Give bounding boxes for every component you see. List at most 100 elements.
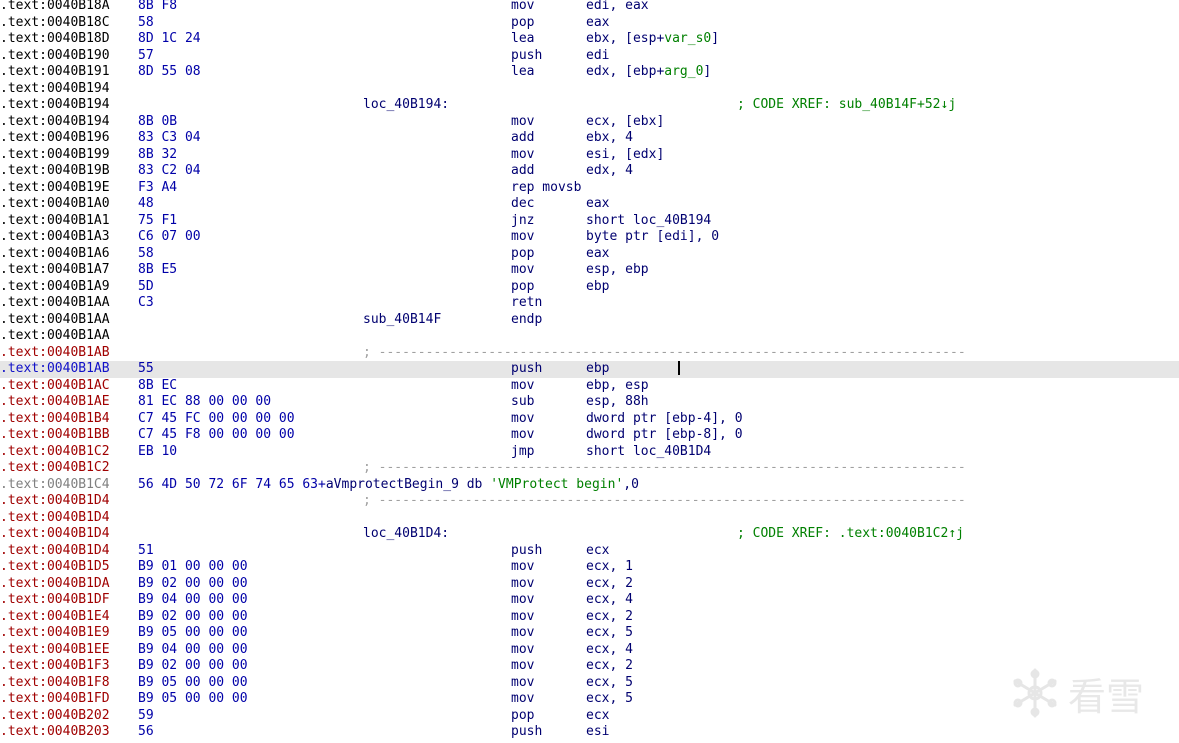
address: .text:0040B1D4 — [0, 509, 110, 525]
listing-line[interactable]: .text:0040B1D4 51 push ecx — [0, 543, 1179, 560]
operands: ecx — [586, 543, 609, 560]
listing-line[interactable]: .text:0040B202 59 pop ecx — [0, 708, 1179, 725]
listing-line[interactable]: .text:0040B199 8B 32 mov esi, [edx] — [0, 147, 1179, 164]
operand-text: byte ptr [edi], 0 — [586, 229, 720, 244]
operands: ecx, 1 — [586, 559, 633, 576]
operands: ecx, [ebx] — [586, 114, 664, 131]
operand-text: ebp — [586, 278, 610, 294]
listing-line[interactable]: .text:0040B1E4 B9 02 00 00 00 mov ecx, 2 — [0, 609, 1179, 626]
mnemonic: mov — [511, 113, 535, 129]
listing-line[interactable]: .text:0040B1AA sub_40B14F endp — [0, 312, 1179, 329]
operand-text: ecx, [ebx] — [586, 113, 665, 129]
listing-line[interactable]: .text:0040B1E9 B9 05 00 00 00 mov ecx, 5 — [0, 625, 1179, 642]
operand-text: dword ptr [ebp-4], 0 — [586, 410, 743, 426]
listing-line[interactable]: .text:0040B1BB C7 45 F8 00 00 00 00 mov dwo… — [0, 427, 1179, 444]
operand-tail: ] — [711, 31, 720, 46]
opcode-bytes: 81 EC 88 00 00 00 — [138, 394, 272, 409]
listing-line[interactable]: .text:0040B1C4 56 4D 50 72 6F 74 65 63+aV… — [0, 477, 1179, 494]
listing-line[interactable]: .text:0040B1DF B9 04 00 00 00 mov ecx, 4 — [0, 592, 1179, 609]
mnemonic: mov — [511, 229, 535, 244]
address: .text:0040B19B — [0, 163, 110, 178]
listing-line[interactable]: .text:0040B1AA — [0, 328, 1179, 345]
mnemonic: pop — [511, 707, 535, 723]
listing-line[interactable]: .text:0040B1FD B9 05 00 00 00 mov ecx, 5 — [0, 691, 1179, 708]
operand-text: edx, 4 — [586, 163, 633, 178]
address: .text:0040B1AB — [0, 344, 110, 360]
operand-text: ecx, 2 — [586, 575, 633, 591]
listing-line[interactable]: .text:0040B203 56 push esi — [0, 724, 1179, 741]
listing-line[interactable]: .text:0040B1D4 ; ------------------------… — [0, 493, 1179, 510]
mnemonic: mov — [511, 592, 535, 607]
listing-line[interactable]: .text:0040B1A0 48 dec eax — [0, 196, 1179, 213]
operand-text: esp, 88h — [586, 394, 649, 409]
listing-line[interactable]: .text:0040B191 8D 55 08 lea edx, [ebp+arg_0… — [0, 64, 1179, 81]
listing-line-selected[interactable]: .text:0040B1AB 55 push ebp — [0, 361, 1179, 378]
listing-line[interactable]: .text:0040B194 — [0, 81, 1179, 98]
address: .text:0040B1D4 — [0, 542, 110, 558]
listing-line[interactable]: .text:0040B1D5 B9 01 00 00 00 mov ecx, 1 — [0, 559, 1179, 576]
listing-line[interactable]: .text:0040B1DA B9 02 00 00 00 mov ecx, 2 — [0, 576, 1179, 593]
address: .text:0040B18D — [0, 31, 110, 46]
address: .text:0040B194 — [0, 113, 110, 129]
listing-line[interactable]: .text:0040B1F3 B9 02 00 00 00 mov ecx, 2 — [0, 658, 1179, 675]
listing-line[interactable]: .text:0040B1D4 — [0, 510, 1179, 527]
listing-line[interactable]: .text:0040B1AC 8B EC mov ebp, esp — [0, 378, 1179, 395]
address: .text:0040B1E4 — [0, 608, 110, 624]
listing-line[interactable]: .text:0040B194 8B 0B mov ecx, [ebx] — [0, 114, 1179, 131]
opcode-bytes: B9 05 00 00 00 — [138, 625, 248, 640]
opcode-bytes: B9 04 00 00 00 — [138, 592, 248, 607]
listing-line[interactable]: .text:0040B1A9 5D pop ebp — [0, 279, 1179, 296]
listing-line[interactable]: .text:0040B1C2 EB 10 jmp short loc_40B1D4 — [0, 444, 1179, 461]
opcode-bytes: F3 A4 — [138, 179, 178, 195]
address: .text:0040B1C4 — [0, 476, 110, 492]
operands: ebx, [esp+var_s0] — [586, 31, 719, 48]
listing-line[interactable]: .text:0040B1A6 58 pop eax — [0, 246, 1179, 263]
listing-line[interactable]: .text:0040B1B4 C7 45 FC 00 00 00 00 mov dwo… — [0, 411, 1179, 428]
listing-line[interactable]: .text:0040B1A7 8B E5 mov esp, ebp — [0, 262, 1179, 279]
listing-line[interactable]: .text:0040B196 83 C3 04 add ebx, 4 — [0, 130, 1179, 147]
listing-line[interactable]: .text:0040B1AA C3 retn — [0, 295, 1179, 312]
mnemonic: jnz — [511, 212, 535, 228]
mnemonic: add — [511, 163, 535, 178]
opcode-bytes: B9 01 00 00 00 — [138, 559, 248, 574]
listing-line[interactable]: .text:0040B194 loc_40B194: ; CODE XREF: su… — [0, 97, 1179, 114]
address: .text:0040B190 — [0, 47, 110, 63]
listing-line[interactable]: .text:0040B19B 83 C2 04 add edx, 4 — [0, 163, 1179, 180]
listing-line[interactable]: .text:0040B18D 8D 1C 24 lea ebx, [esp+var_s… — [0, 31, 1179, 48]
mnemonic: mov — [511, 625, 535, 640]
listing-line[interactable]: .text:0040B1EE B9 04 00 00 00 mov ecx, 4 — [0, 642, 1179, 659]
xref-comment: ; CODE XREF: .text:0040B1C2↑j — [737, 526, 964, 541]
stack-var[interactable]: arg_0 — [664, 64, 703, 79]
address: .text:0040B1AC — [0, 377, 110, 393]
operand-text: short loc_40B194 — [586, 212, 712, 228]
address: .text:0040B1A3 — [0, 229, 110, 244]
listing-line[interactable]: .text:0040B1F8 B9 05 00 00 00 mov ecx, 5 — [0, 675, 1179, 692]
listing-line[interactable]: .text:0040B1AB ; ------------------------… — [0, 345, 1179, 362]
mnemonic: push — [511, 542, 543, 558]
opcode-bytes: 8B F8 — [138, 0, 178, 13]
operand-text: eax — [586, 14, 610, 30]
listing-line[interactable]: .text:0040B18A 8B F8 mov edi, eax — [0, 0, 1179, 15]
operands: ecx, 2 — [586, 658, 633, 675]
address: .text:0040B1DA — [0, 575, 110, 591]
opcode-bytes: 58 — [138, 14, 154, 30]
listing-line[interactable]: .text:0040B1C2 ; ------------------------… — [0, 460, 1179, 477]
address: .text:0040B1EE — [0, 641, 110, 657]
mnemonic: mov — [511, 691, 535, 706]
listing-line[interactable]: .text:0040B1A3 C6 07 00 mov byte ptr [edi],… — [0, 229, 1179, 246]
stack-var[interactable]: var_s0 — [664, 31, 711, 46]
mnemonic: mov — [511, 377, 535, 393]
opcode-bytes: 59 — [138, 707, 154, 723]
mnemonic: rep movsb — [511, 179, 582, 195]
listing-line[interactable]: .text:0040B190 57 push edi — [0, 48, 1179, 65]
listing-line[interactable]: .text:0040B1AE 81 EC 88 00 00 00 sub esp, 8… — [0, 394, 1179, 411]
listing-line[interactable]: .text:0040B19E F3 A4 rep movsb — [0, 180, 1179, 197]
operands: ecx, 2 — [586, 576, 633, 593]
mnemonic: mov — [511, 674, 535, 690]
listing-line[interactable]: .text:0040B18C 58 pop eax — [0, 15, 1179, 32]
listing-line[interactable]: .text:0040B1A1 75 F1 jnz short loc_40B194 — [0, 213, 1179, 230]
address: .text:0040B1F3 — [0, 658, 110, 673]
opcode-bytes: 83 C2 04 — [138, 163, 201, 178]
listing-line[interactable]: .text:0040B1D4 loc_40B1D4: ; CODE XREF: .t… — [0, 526, 1179, 543]
disassembly-listing[interactable]: .text:0040B18A 8B F8 mov edi, eax .text:0040… — [0, 0, 1179, 741]
